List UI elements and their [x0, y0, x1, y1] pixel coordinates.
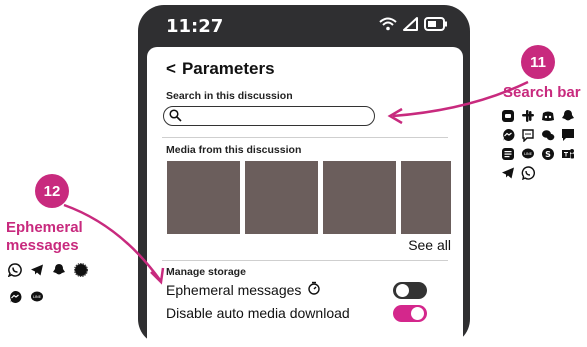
slack-icon [520, 108, 535, 123]
discord-icon [540, 108, 555, 123]
snapchat-icon [51, 262, 66, 277]
line-icon: LINE [520, 146, 535, 161]
telegram-icon [29, 262, 44, 277]
signal-icon [73, 262, 88, 277]
callout-badge: 11 [521, 45, 555, 79]
whatsapp-icon [7, 262, 22, 277]
svg-text:S: S [545, 150, 551, 159]
svg-text:LINE: LINE [523, 152, 532, 156]
svg-text:LINE: LINE [32, 295, 41, 299]
callout-label: Ephemeral messages [6, 219, 83, 254]
skype-icon: S [540, 146, 555, 161]
ephemeral-app-icons: LINE [7, 262, 91, 304]
messenger-icon [7, 289, 22, 304]
telegram-icon [500, 165, 515, 180]
google-messages-icon [500, 146, 515, 161]
teams-icon [560, 146, 575, 161]
viber-icon [520, 165, 535, 180]
snapchat-icon [560, 108, 575, 123]
messenger-icon [500, 127, 515, 142]
wechat-icon [540, 127, 555, 142]
callout-badge: 12 [35, 174, 69, 208]
search-bar-app-icons: LINE S [500, 108, 576, 180]
signal-icon [500, 108, 515, 123]
line-icon: LINE [29, 289, 44, 304]
callout-label: Search bar [503, 84, 581, 101]
message-square-icon [560, 127, 575, 142]
chat-bubble-icon [520, 127, 535, 142]
